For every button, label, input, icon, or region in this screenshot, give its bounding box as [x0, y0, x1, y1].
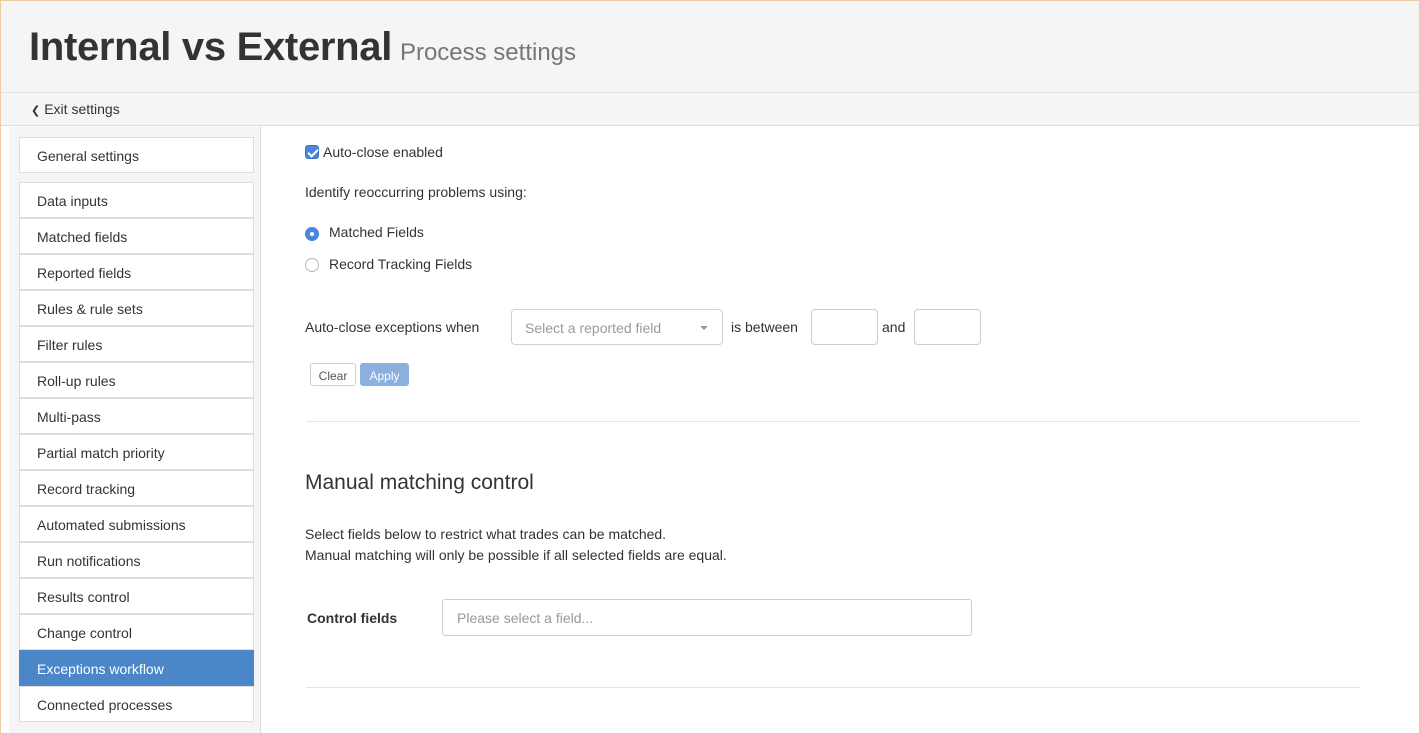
page-header: Internal vs External Process settings [1, 1, 1419, 93]
identify-problems-label: Identify reoccurring problems using: [305, 184, 527, 200]
section-divider [306, 421, 1361, 422]
manual-matching-title: Manual matching control [305, 471, 534, 494]
sidebar-item-reported-fields[interactable]: Reported fields [19, 254, 254, 290]
control-fields-input[interactable]: Please select a field... [442, 599, 972, 636]
app-frame: Internal vs External Process settings ❮ E… [0, 0, 1420, 734]
radio-record-tracking-fields-label: Record Tracking Fields [329, 256, 473, 272]
section-divider-bottom [306, 687, 1361, 688]
chevron-down-icon [700, 326, 708, 330]
reported-field-placeholder: Select a reported field [525, 320, 662, 336]
clear-button[interactable]: Clear [310, 363, 356, 386]
manual-matching-desc-1: Select fields below to restrict what tra… [305, 526, 667, 542]
exit-settings-label: Exit settings [44, 101, 120, 117]
sidebar-item-record-tracking[interactable]: Record tracking [19, 470, 254, 506]
sidebar-item-run-notifications[interactable]: Run notifications [19, 542, 254, 578]
sidebar-item-general-settings[interactable]: General settings [19, 137, 254, 173]
page-title: Internal vs External Process settings [29, 25, 576, 70]
sidebar-item-partial-match-priority[interactable]: Partial match priority [19, 434, 254, 470]
settings-content: Auto-close enabled Identify reoccurring … [262, 127, 1419, 733]
min-value-input[interactable] [811, 309, 878, 345]
radio-matched-fields[interactable] [305, 227, 319, 241]
manual-matching-desc-2: Manual matching will only be possible if… [305, 547, 727, 563]
exit-settings-link[interactable]: ❮ Exit settings [31, 101, 120, 117]
auto-close-when-label: Auto-close exceptions when [305, 319, 480, 335]
sidebar-item-change-control[interactable]: Change control [19, 614, 254, 650]
sidebar-item-matched-fields[interactable]: Matched fields [19, 218, 254, 254]
sidebar-item-filter-rules[interactable]: Filter rules [19, 326, 254, 362]
reported-field-select[interactable]: Select a reported field [511, 309, 723, 345]
radio-matched-fields-label: Matched Fields [329, 224, 424, 240]
process-name: Internal vs External [29, 25, 393, 69]
auto-close-checkbox[interactable] [305, 145, 319, 159]
auto-close-label: Auto-close enabled [323, 144, 443, 160]
apply-button[interactable]: Apply [360, 363, 409, 386]
control-fields-label: Control fields [307, 610, 398, 626]
sidebar-item-multi-pass[interactable]: Multi-pass [19, 398, 254, 434]
chevron-left-icon: ❮ [31, 105, 41, 117]
and-label: and [882, 319, 906, 335]
sidebar-item-results-control[interactable]: Results control [19, 578, 254, 614]
sidebar-item-rules[interactable]: Rules & rule sets [19, 290, 254, 326]
page-subtitle: Process settings [399, 39, 577, 66]
exit-bar: ❮ Exit settings [1, 93, 1419, 126]
sidebar-item-data-inputs[interactable]: Data inputs [19, 182, 254, 218]
settings-sidebar: General settings Data inputs Matched fie… [9, 127, 261, 733]
sidebar-item-connected-processes[interactable]: Connected processes [19, 686, 254, 722]
sidebar-item-automated-submissions[interactable]: Automated submissions [19, 506, 254, 542]
control-fields-placeholder: Please select a field... [457, 610, 594, 626]
radio-record-tracking-fields[interactable] [305, 258, 319, 272]
sidebar-item-exceptions-workflow[interactable]: Exceptions workflow [19, 650, 254, 686]
is-between-label: is between [731, 319, 798, 335]
sidebar-item-roll-up-rules[interactable]: Roll-up rules [19, 362, 254, 398]
max-value-input[interactable] [914, 309, 981, 345]
